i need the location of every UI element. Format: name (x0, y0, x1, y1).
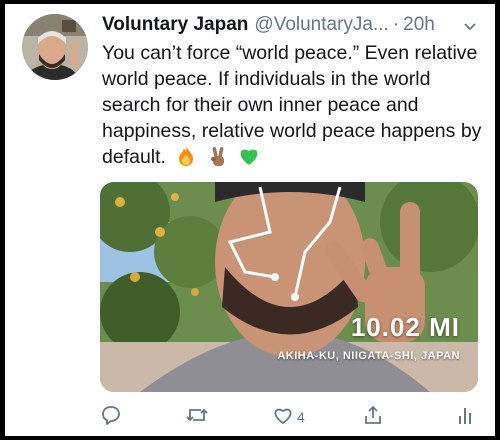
action-bar: 4 (100, 404, 480, 434)
tweet-text-container: You can’t force “world peace.” Even rela… (102, 40, 482, 174)
like-count: 4 (297, 408, 305, 425)
tweet-header: Voluntary Japan @VoluntaryJa... · 20h (102, 14, 482, 38)
reply-icon (100, 404, 122, 429)
timestamp[interactable]: 20h (403, 14, 435, 36)
chevron-down-icon[interactable] (462, 18, 478, 39)
like-button[interactable]: 4 (272, 404, 305, 429)
display-name[interactable]: Voluntary Japan (102, 14, 248, 36)
reply-button[interactable] (100, 404, 122, 429)
retweet-icon (185, 404, 209, 429)
victory-hand-emoji (207, 145, 229, 174)
tweet-media-image[interactable]: 10.02 MI AKIHA-KU, NIIGATA-SHI, JAPAN (100, 182, 478, 392)
tweet-card[interactable]: Voluntary Japan @VoluntaryJa... · 20h Yo… (5, 4, 495, 436)
fire-emoji (175, 145, 197, 174)
share-icon (362, 404, 384, 429)
avatar[interactable] (22, 14, 88, 80)
share-button[interactable] (362, 404, 384, 429)
green-heart-emoji (238, 145, 260, 174)
location-overlay: AKIHA-KU, NIIGATA-SHI, JAPAN (277, 350, 460, 362)
analytics-button[interactable] (456, 404, 474, 429)
retweet-button[interactable] (185, 404, 209, 429)
heart-icon (272, 404, 294, 429)
distance-overlay: 10.02 MI (350, 312, 460, 342)
tweet-text: You can’t force “world peace.” Even rela… (102, 42, 482, 168)
separator-dot: · (392, 14, 400, 35)
analytics-icon (456, 404, 474, 429)
user-handle[interactable]: @VoluntaryJa... (254, 14, 388, 36)
